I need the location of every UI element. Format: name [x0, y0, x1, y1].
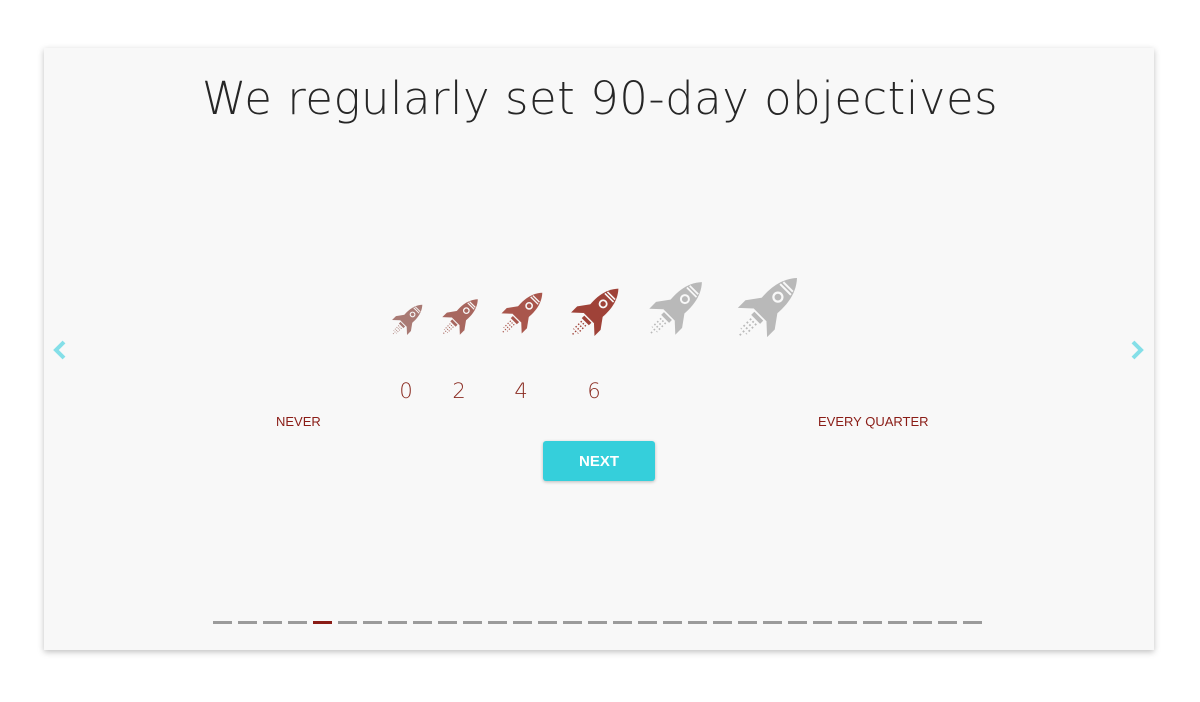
progress-step[interactable]: [588, 621, 607, 624]
scale-min-label: NEVER: [276, 414, 321, 429]
question-title: We regularly set 90-day objectives: [201, 72, 999, 125]
scale-number: 2: [452, 379, 466, 403]
next-button[interactable]: NEXT: [543, 441, 655, 481]
scale-max-label: EVERY QUARTER: [818, 414, 929, 429]
progress-step[interactable]: [788, 621, 807, 624]
progress-step[interactable]: [738, 621, 757, 624]
progress-step[interactable]: [913, 621, 932, 624]
rocket-icon[interactable]: [560, 275, 632, 347]
progress-step[interactable]: [688, 621, 707, 624]
survey-card: [44, 48, 1154, 650]
progress-step[interactable]: [963, 621, 982, 624]
progress-step[interactable]: [713, 621, 732, 624]
scale-number: 6: [587, 379, 601, 403]
progress-step[interactable]: [813, 621, 832, 624]
progress-step[interactable]: [338, 621, 357, 624]
progress-step[interactable]: [413, 621, 432, 624]
progress-step[interactable]: [463, 621, 482, 624]
progress-step[interactable]: [763, 621, 782, 624]
rocket-icon[interactable]: [385, 296, 431, 342]
progress-step[interactable]: [513, 621, 532, 624]
progress-indicator: [213, 621, 982, 624]
progress-step[interactable]: [938, 621, 957, 624]
rocket-icon[interactable]: [724, 261, 814, 351]
rocket-icon[interactable]: [434, 289, 488, 343]
progress-step[interactable]: [438, 621, 457, 624]
progress-step[interactable]: [613, 621, 632, 624]
scale-number: 0: [399, 379, 413, 403]
progress-step[interactable]: [388, 621, 407, 624]
rocket-icon[interactable]: [492, 281, 554, 343]
rocket-icon[interactable]: [637, 267, 717, 347]
progress-step[interactable]: [838, 621, 857, 624]
scale-number: 4: [514, 379, 528, 403]
progress-step[interactable]: [213, 621, 232, 624]
progress-step[interactable]: [363, 621, 382, 624]
progress-step[interactable]: [263, 621, 282, 624]
progress-step[interactable]: [238, 621, 257, 624]
progress-step[interactable]: [863, 621, 882, 624]
progress-step[interactable]: [638, 621, 657, 624]
progress-step[interactable]: [288, 621, 307, 624]
progress-step[interactable]: [538, 621, 557, 624]
progress-step[interactable]: [663, 621, 682, 624]
previous-arrow-icon[interactable]: [50, 339, 70, 361]
progress-step[interactable]: [563, 621, 582, 624]
progress-step[interactable]: [488, 621, 507, 624]
progress-step[interactable]: [888, 621, 907, 624]
next-arrow-icon[interactable]: [1127, 339, 1147, 361]
progress-step-current[interactable]: [313, 621, 332, 624]
